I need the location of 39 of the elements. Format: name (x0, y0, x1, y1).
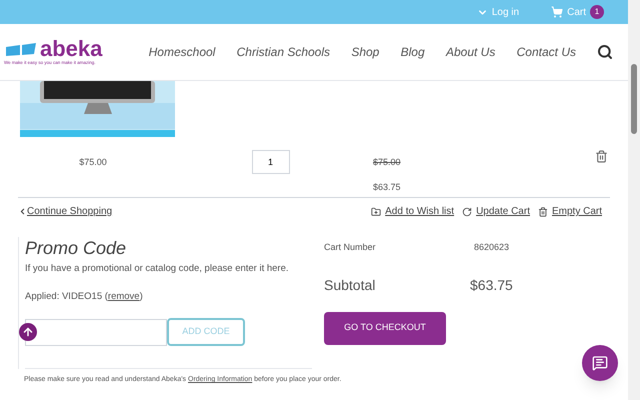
cart-number: 8620623 (474, 241, 510, 254)
item-price: $75.00 (78, 156, 108, 169)
promo-hint: If you have a promotional or catalog code, please enter it here. (25, 262, 290, 276)
subtotal-value: $63.75 (470, 276, 513, 294)
cart-icon (551, 6, 564, 18)
nav-link[interactable]: Shop (351, 43, 380, 61)
applied-code-text: Applied: VIDEO15 (remove) (25, 290, 144, 304)
checkout-button[interactable]: GO TO CHECKOUT (324, 312, 446, 344)
remove-link[interactable]: remove (108, 290, 140, 302)
promo-code-field[interactable] (25, 318, 167, 346)
logo-text: abeka (40, 38, 102, 60)
chat-button[interactable] (582, 345, 618, 381)
nav-link[interactable]: Homeschool (148, 43, 216, 61)
continue-shopping-link[interactable]: Continue Shopping (18, 204, 112, 219)
subtotal-label: Subtotal (324, 276, 376, 294)
book-logo-icon (4, 40, 38, 57)
nav-link[interactable]: About Us (446, 43, 496, 61)
arrow-up-icon (22, 326, 34, 338)
trash-icon (538, 206, 548, 216)
cart-number-label: Cart Number (324, 241, 377, 254)
quantity-field[interactable]: 1 (252, 150, 290, 174)
refresh-icon (462, 206, 472, 216)
nav-link[interactable]: Christian Schools (236, 43, 330, 61)
empty-cart-link[interactable]: Empty Cart (538, 204, 602, 219)
scrollbar-thumb[interactable] (631, 64, 637, 134)
nav-link[interactable]: Contact Us (516, 43, 576, 61)
folder-plus-icon (371, 206, 382, 216)
delete-icon[interactable] (595, 150, 608, 163)
scroll-top-button[interactable] (19, 323, 37, 341)
cart-count-badge: 1 (590, 5, 604, 19)
original-total: $75.00 (373, 156, 401, 169)
update-cart-link[interactable]: Update Cart (462, 204, 530, 219)
wishlist-link[interactable]: Add to Wish list (371, 204, 454, 219)
chat-icon (592, 355, 608, 371)
promo-title: Promo Code (25, 237, 128, 260)
nav-link[interactable]: Blog (400, 43, 425, 61)
search-icon[interactable] (597, 44, 614, 60)
item-total: $63.75 (373, 180, 401, 194)
chevron-left-icon (18, 207, 27, 216)
